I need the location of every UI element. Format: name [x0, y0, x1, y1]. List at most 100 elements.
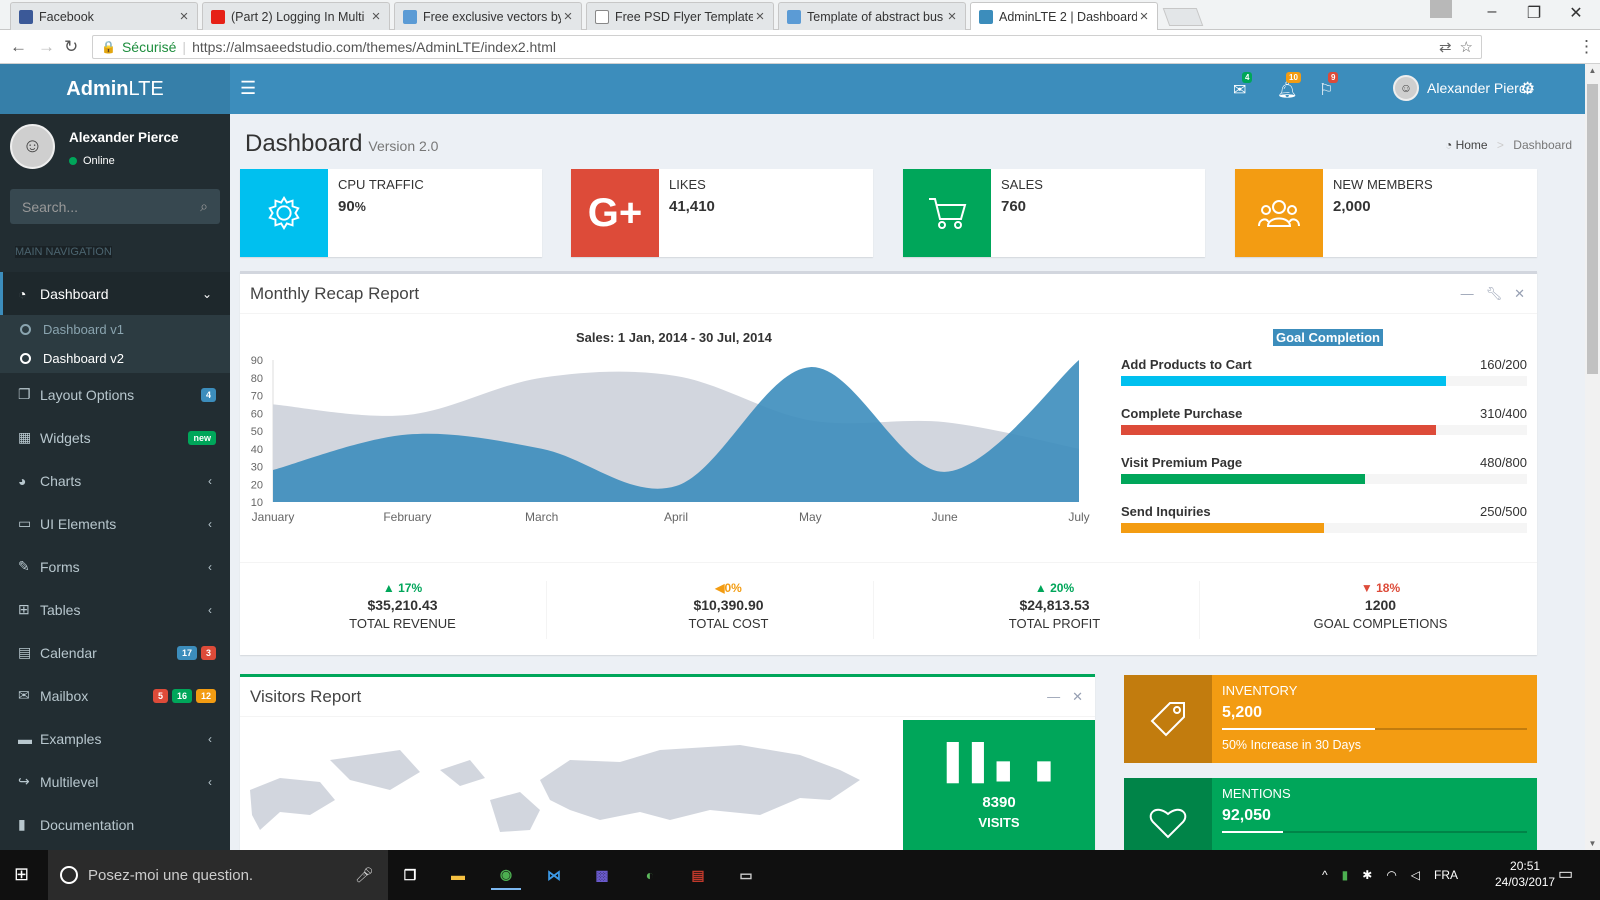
language-indicator[interactable]: FRA	[1434, 868, 1458, 882]
user-menu[interactable]: ☺ Alexander Pierce	[1393, 75, 1534, 101]
info-box-new-members: NEW MEMBERS 2,000	[1235, 169, 1537, 257]
control-sidebar-gears-icon[interactable]: ⚙	[1520, 79, 1535, 99]
new-tab-button[interactable]	[1162, 8, 1204, 26]
sidebar: ☺ Alexander Pierce Online Search... ⌕ MA…	[0, 114, 230, 850]
minimize-icon[interactable]: –	[1472, 3, 1512, 21]
browser-tab[interactable]: Free PSD Flyer Templates ×	[586, 2, 774, 30]
sidebar-toggle-icon[interactable]: ☰	[240, 78, 256, 99]
close-tab-icon[interactable]: ×	[561, 9, 575, 24]
envelope-icon: ✉	[18, 687, 30, 703]
chrome-icon[interactable]: ◉	[491, 860, 521, 890]
terminal-icon[interactable]: ▭	[731, 860, 761, 890]
book-icon: ▮	[18, 816, 26, 832]
chevron-left-icon: ‹	[208, 516, 212, 531]
sidebar-item-ui-elements[interactable]: ▭ UI Elements ‹	[0, 502, 230, 545]
scroll-down-icon[interactable]: ▼	[1585, 839, 1600, 848]
sidebar-item-multilevel[interactable]: ↪ Multilevel ‹	[0, 760, 230, 803]
description-block: ▲ 20% $24,813.53 TOTAL PROFIT	[1008, 581, 1101, 631]
forward-icon[interactable]: →	[38, 37, 55, 57]
task-view-icon[interactable]: ❐	[395, 860, 425, 890]
notifications-bell-icon[interactable]: 🔔︎ 10	[1277, 72, 1301, 100]
input-method-icon[interactable]: ✱	[1362, 868, 1372, 882]
windows-start-icon[interactable]: ⊞	[14, 864, 29, 885]
count-badge: 3	[200, 645, 216, 660]
sidebar-menu: ◔ Dashboard ⌄ Dashboard v1 Dashboard v2 …	[0, 272, 230, 846]
chevron-up-icon[interactable]: ^	[1322, 868, 1328, 882]
sidebar-item-tables[interactable]: ⊞ Tables ‹	[0, 588, 230, 631]
scrollbar-thumb[interactable]	[1587, 84, 1598, 374]
world-map[interactable]	[240, 720, 903, 850]
wifi-icon[interactable]: ◠	[1386, 868, 1396, 882]
sidebar-item-dashboard[interactable]: ◔ Dashboard ⌄	[0, 272, 230, 315]
clock[interactable]: 20:51 24/03/2017	[1495, 858, 1555, 890]
system-tray: ^ ▮ ✱ ◠ ◁ FRA	[1322, 850, 1458, 900]
remove-icon[interactable]: ✕	[1072, 689, 1083, 705]
app-icon[interactable]: ◐	[635, 860, 665, 890]
collapse-icon[interactable]: —	[1047, 689, 1060, 705]
collapse-icon[interactable]: —	[1461, 286, 1474, 302]
wrench-icon[interactable]: 🔧︎	[1486, 286, 1503, 302]
battery-icon[interactable]: ▮	[1342, 868, 1349, 882]
close-tab-icon[interactable]: ×	[177, 9, 191, 24]
winrar-icon[interactable]: ▤	[683, 860, 713, 890]
page-scrollbar[interactable]: ▲ ▼	[1585, 64, 1600, 850]
close-tab-icon[interactable]: ×	[369, 9, 383, 24]
breadcrumb-home-link[interactable]: Home	[1456, 138, 1488, 152]
count-badge: 4	[200, 387, 216, 402]
messages-icon[interactable]: ✉ 4	[1233, 72, 1253, 100]
sidebar-item-widgets[interactable]: ▦ Widgets new	[0, 416, 230, 459]
volume-icon[interactable]: ◁	[1411, 868, 1420, 882]
vscode-icon[interactable]: ⋈	[539, 860, 569, 890]
close-tab-icon[interactable]: ×	[945, 9, 959, 24]
sidebar-item-examples[interactable]: ▬ Examples ‹	[0, 717, 230, 760]
sidebar-subitem-dashboard-v2[interactable]: Dashboard v2	[0, 344, 230, 373]
close-tab-icon[interactable]: ×	[1137, 9, 1151, 24]
cortana-search-box[interactable]: Posez-moi une question. 🎤︎	[48, 850, 388, 900]
address-bar[interactable]: 🔒 Sécurisé | https://almsaeedstudio.com/…	[92, 35, 1482, 59]
sidebar-item-charts[interactable]: ◕ Charts ‹	[0, 459, 230, 502]
content-wrapper: Dashboard Version 2.0 ◔ Home > Dashboard …	[230, 114, 1585, 850]
sidebar-item-calendar[interactable]: ▤ Calendar 17 3	[0, 631, 230, 674]
progress-group: Send Inquiries 250/500	[1121, 504, 1527, 533]
browser-tab[interactable]: Free exclusive vectors by ×	[394, 2, 582, 30]
browser-tab-active[interactable]: AdminLTE 2 | Dashboard ×	[970, 2, 1158, 30]
sidebar-item-layout-options[interactable]: ❐ Layout Options 4	[0, 373, 230, 416]
chart-title: Sales: 1 Jan, 2014 - 30 Jul, 2014	[576, 330, 772, 345]
description-block: ◀0% $10,390.90 TOTAL COST	[688, 581, 769, 631]
dashboard-icon: ◔	[1444, 138, 1453, 152]
visual-studio-icon[interactable]: ▩	[587, 860, 617, 890]
cortana-icon	[60, 866, 78, 884]
user-panel: ☺ Alexander Pierce Online	[10, 124, 179, 169]
back-icon[interactable]: ←	[10, 37, 27, 57]
sidebar-item-forms[interactable]: ✎ Forms ‹	[0, 545, 230, 588]
sidebar-subitem-dashboard-v1[interactable]: Dashboard v1	[0, 315, 230, 344]
app-logo[interactable]: Admin LTE	[0, 64, 230, 114]
progress-group: Complete Purchase 310/400	[1121, 406, 1527, 435]
sidebar-search-input[interactable]: Search... ⌕	[10, 189, 220, 224]
close-window-icon[interactable]: ✕	[1556, 3, 1596, 23]
browser-menu-icon[interactable]: ⋮	[1578, 37, 1595, 57]
file-explorer-icon[interactable]: ▬	[443, 860, 473, 890]
avatar: ☺	[1393, 75, 1419, 101]
search-icon[interactable]: ⌕	[200, 198, 208, 215]
chevron-left-icon: ‹	[208, 731, 212, 746]
action-center-icon[interactable]: ▭	[1558, 864, 1573, 884]
profile-icon[interactable]	[1430, 0, 1452, 18]
close-tab-icon[interactable]: ×	[753, 9, 767, 24]
count-badge: 17	[176, 645, 197, 660]
browser-tab[interactable]: (Part 2) Logging In Multi ×	[202, 2, 390, 30]
sidebar-item-mailbox[interactable]: ✉ Mailbox 5 16 12	[0, 674, 230, 717]
translate-icon[interactable]: ⇄	[1439, 38, 1452, 56]
progress-bar	[1222, 831, 1283, 833]
reload-icon[interactable]: ↻	[64, 37, 78, 57]
maximize-icon[interactable]: ❐	[1514, 3, 1554, 23]
remove-icon[interactable]: ✕	[1514, 286, 1525, 302]
browser-tab[interactable]: Facebook ×	[10, 2, 198, 30]
progress-bar	[1121, 425, 1436, 435]
scroll-up-icon[interactable]: ▲	[1585, 66, 1600, 75]
tasks-flag-icon[interactable]: ⚐ 9	[1319, 72, 1339, 100]
bookmark-star-icon[interactable]: ☆	[1460, 38, 1473, 56]
browser-tab[interactable]: Template of abstract bus ×	[778, 2, 966, 30]
microphone-icon[interactable]: 🎤︎	[355, 866, 374, 884]
sidebar-item-documentation[interactable]: ▮ Documentation	[0, 803, 230, 846]
